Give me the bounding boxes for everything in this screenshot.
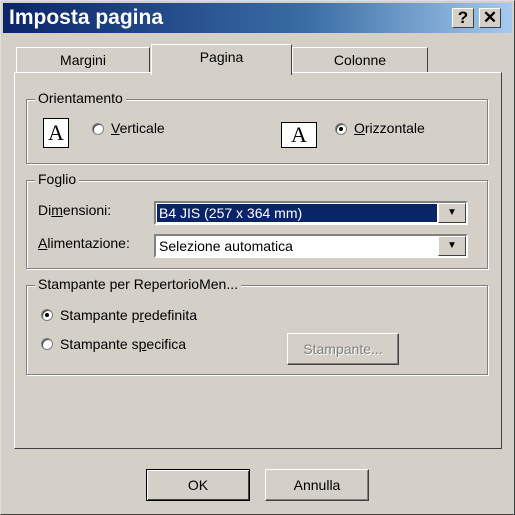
paper-source-dropdown[interactable]: Selezione automatica ▼ [154,234,468,258]
landscape-page-icon: A [281,122,317,148]
orientation-legend: Orientamento [35,90,126,106]
ok-button[interactable]: OK [146,469,250,501]
specific-printer-radio[interactable] [41,338,53,350]
title-bar[interactable]: Imposta pagina ? ✕ [3,3,512,33]
dialog-title: Imposta pagina [9,6,164,29]
close-button[interactable]: ✕ [479,8,501,28]
paper-size-value: B4 JIS (257 x 364 mm) [157,204,437,222]
chevron-down-icon[interactable]: ▼ [438,203,466,223]
tab-pagina[interactable]: Pagina [151,44,292,75]
landscape-label[interactable]: Orizzontale [354,120,425,136]
default-printer-radio[interactable] [41,309,53,321]
default-printer-label[interactable]: Stampante predefinita [60,307,197,323]
paper-source-label: Alimentazione: [38,235,130,251]
printer-button[interactable]: Stampante... [287,333,399,365]
paper-legend: Foglio [35,171,80,187]
paper-source-value: Selezione automatica [159,238,293,254]
dialog-window: Imposta pagina ? ✕ Margini Pagina Colonn… [0,0,515,515]
landscape-radio[interactable] [335,123,347,135]
paper-size-dropdown[interactable]: B4 JIS (257 x 364 mm) ▼ [154,201,468,225]
paper-size-label: Dimensioni: [38,202,112,218]
portrait-radio[interactable] [92,123,104,135]
specific-printer-label[interactable]: Stampante specifica [60,336,186,352]
printer-group: Stampante per RepertorioMen... [26,276,488,375]
cancel-button[interactable]: Annulla [265,469,369,501]
portrait-page-icon: A [43,118,69,148]
chevron-down-icon[interactable]: ▼ [438,236,466,256]
tab-margini[interactable]: Margini [16,47,150,73]
portrait-label[interactable]: Verticale [111,120,165,136]
help-button[interactable]: ? [452,8,474,28]
printer-legend: Stampante per RepertorioMen... [35,276,241,292]
tab-colonne[interactable]: Colonne [292,47,428,73]
